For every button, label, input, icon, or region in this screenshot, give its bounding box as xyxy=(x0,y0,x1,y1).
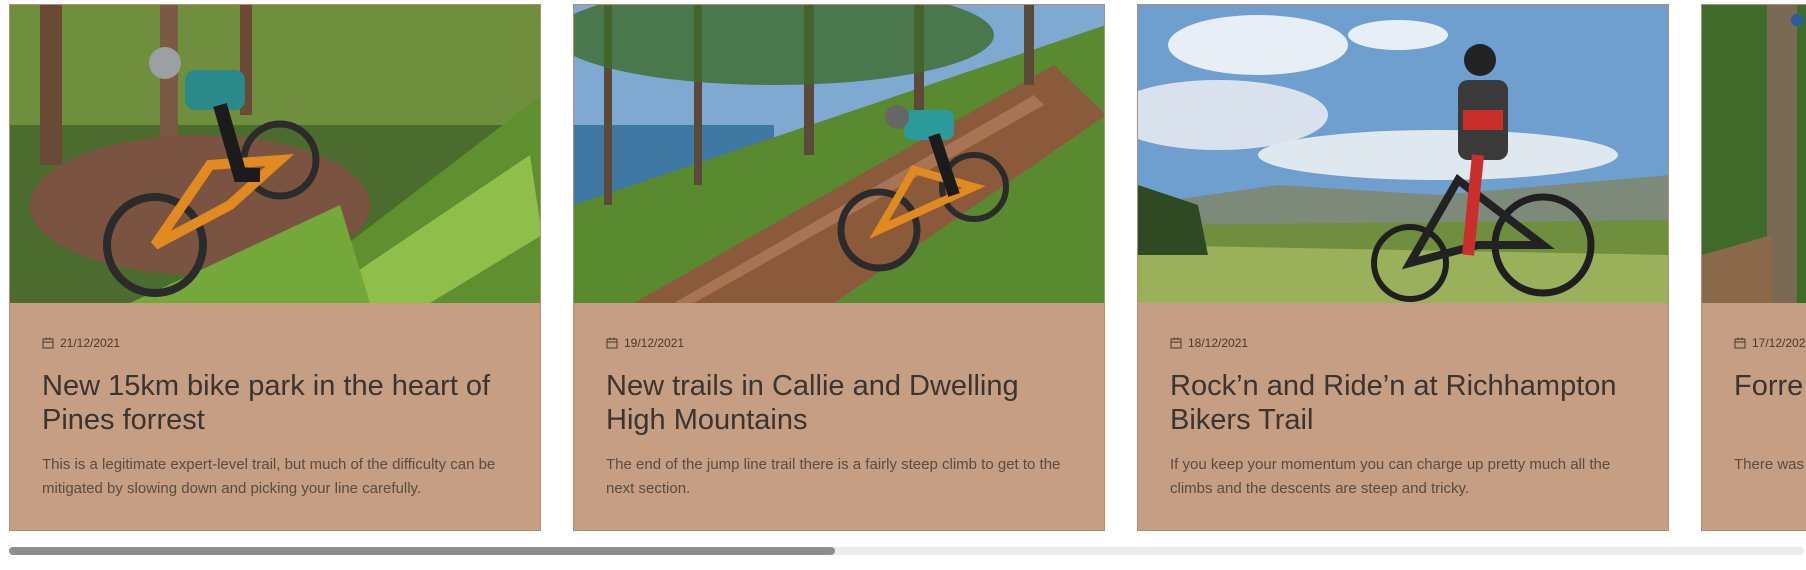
post-image-forest-boardwalk xyxy=(1702,5,1806,303)
post-excerpt: If you keep your momentum you can charge… xyxy=(1170,456,1611,497)
post-card-1[interactable]: 21/12/2021 New 15km bike park in the hea… xyxy=(9,4,541,531)
post-title[interactable]: Forre single xyxy=(1734,369,1806,403)
post-title[interactable]: New 15km bike park in the heart of Pines… xyxy=(42,369,522,437)
calendar-icon xyxy=(1170,337,1182,349)
post-date: 19/12/2021 xyxy=(606,336,684,350)
post-title[interactable]: Rock’n and Ride’n at Richhampton Bikers … xyxy=(1170,369,1650,437)
post-title[interactable]: New trails in Callie and Dwelling High M… xyxy=(606,369,1086,437)
post-image-mountain-rider xyxy=(1138,5,1668,303)
post-date-text: 17/12/2021 xyxy=(1752,336,1806,350)
calendar-icon xyxy=(42,337,54,349)
calendar-icon xyxy=(606,337,618,349)
post-image-coastal-trail xyxy=(574,5,1104,303)
post-image-forest-ferns xyxy=(10,5,540,303)
calendar-icon xyxy=(1734,337,1746,349)
post-date-text: 19/12/2021 xyxy=(624,336,685,350)
scrollbar-thumb[interactable] xyxy=(9,547,835,555)
blog-carousel[interactable]: 21/12/2021 New 15km bike park in the hea… xyxy=(0,0,1806,540)
horizontal-scrollbar[interactable] xyxy=(9,547,1804,555)
post-date: 21/12/2021 xyxy=(42,336,120,350)
post-excerpt: The end of the jump line trail there is … xyxy=(606,456,1061,497)
post-excerpt: This is a legitimate expert-level trail,… xyxy=(42,456,496,497)
post-date-text: 18/12/2021 xyxy=(1188,336,1249,350)
post-date: 18/12/2021 xyxy=(1170,336,1248,350)
post-card-2[interactable]: 19/12/2021 New trails in Callie and Dwel… xyxy=(573,4,1105,531)
post-card-3[interactable]: 18/12/2021 Rock’n and Ride’n at Richhamp… xyxy=(1137,4,1669,531)
post-card-4[interactable]: 17/12/2021 Forre single There was likely… xyxy=(1701,4,1806,531)
post-date: 17/12/2021 xyxy=(1734,336,1806,350)
post-excerpt: There was likely if you xyxy=(1734,456,1806,473)
post-date-text: 21/12/2021 xyxy=(60,336,121,350)
